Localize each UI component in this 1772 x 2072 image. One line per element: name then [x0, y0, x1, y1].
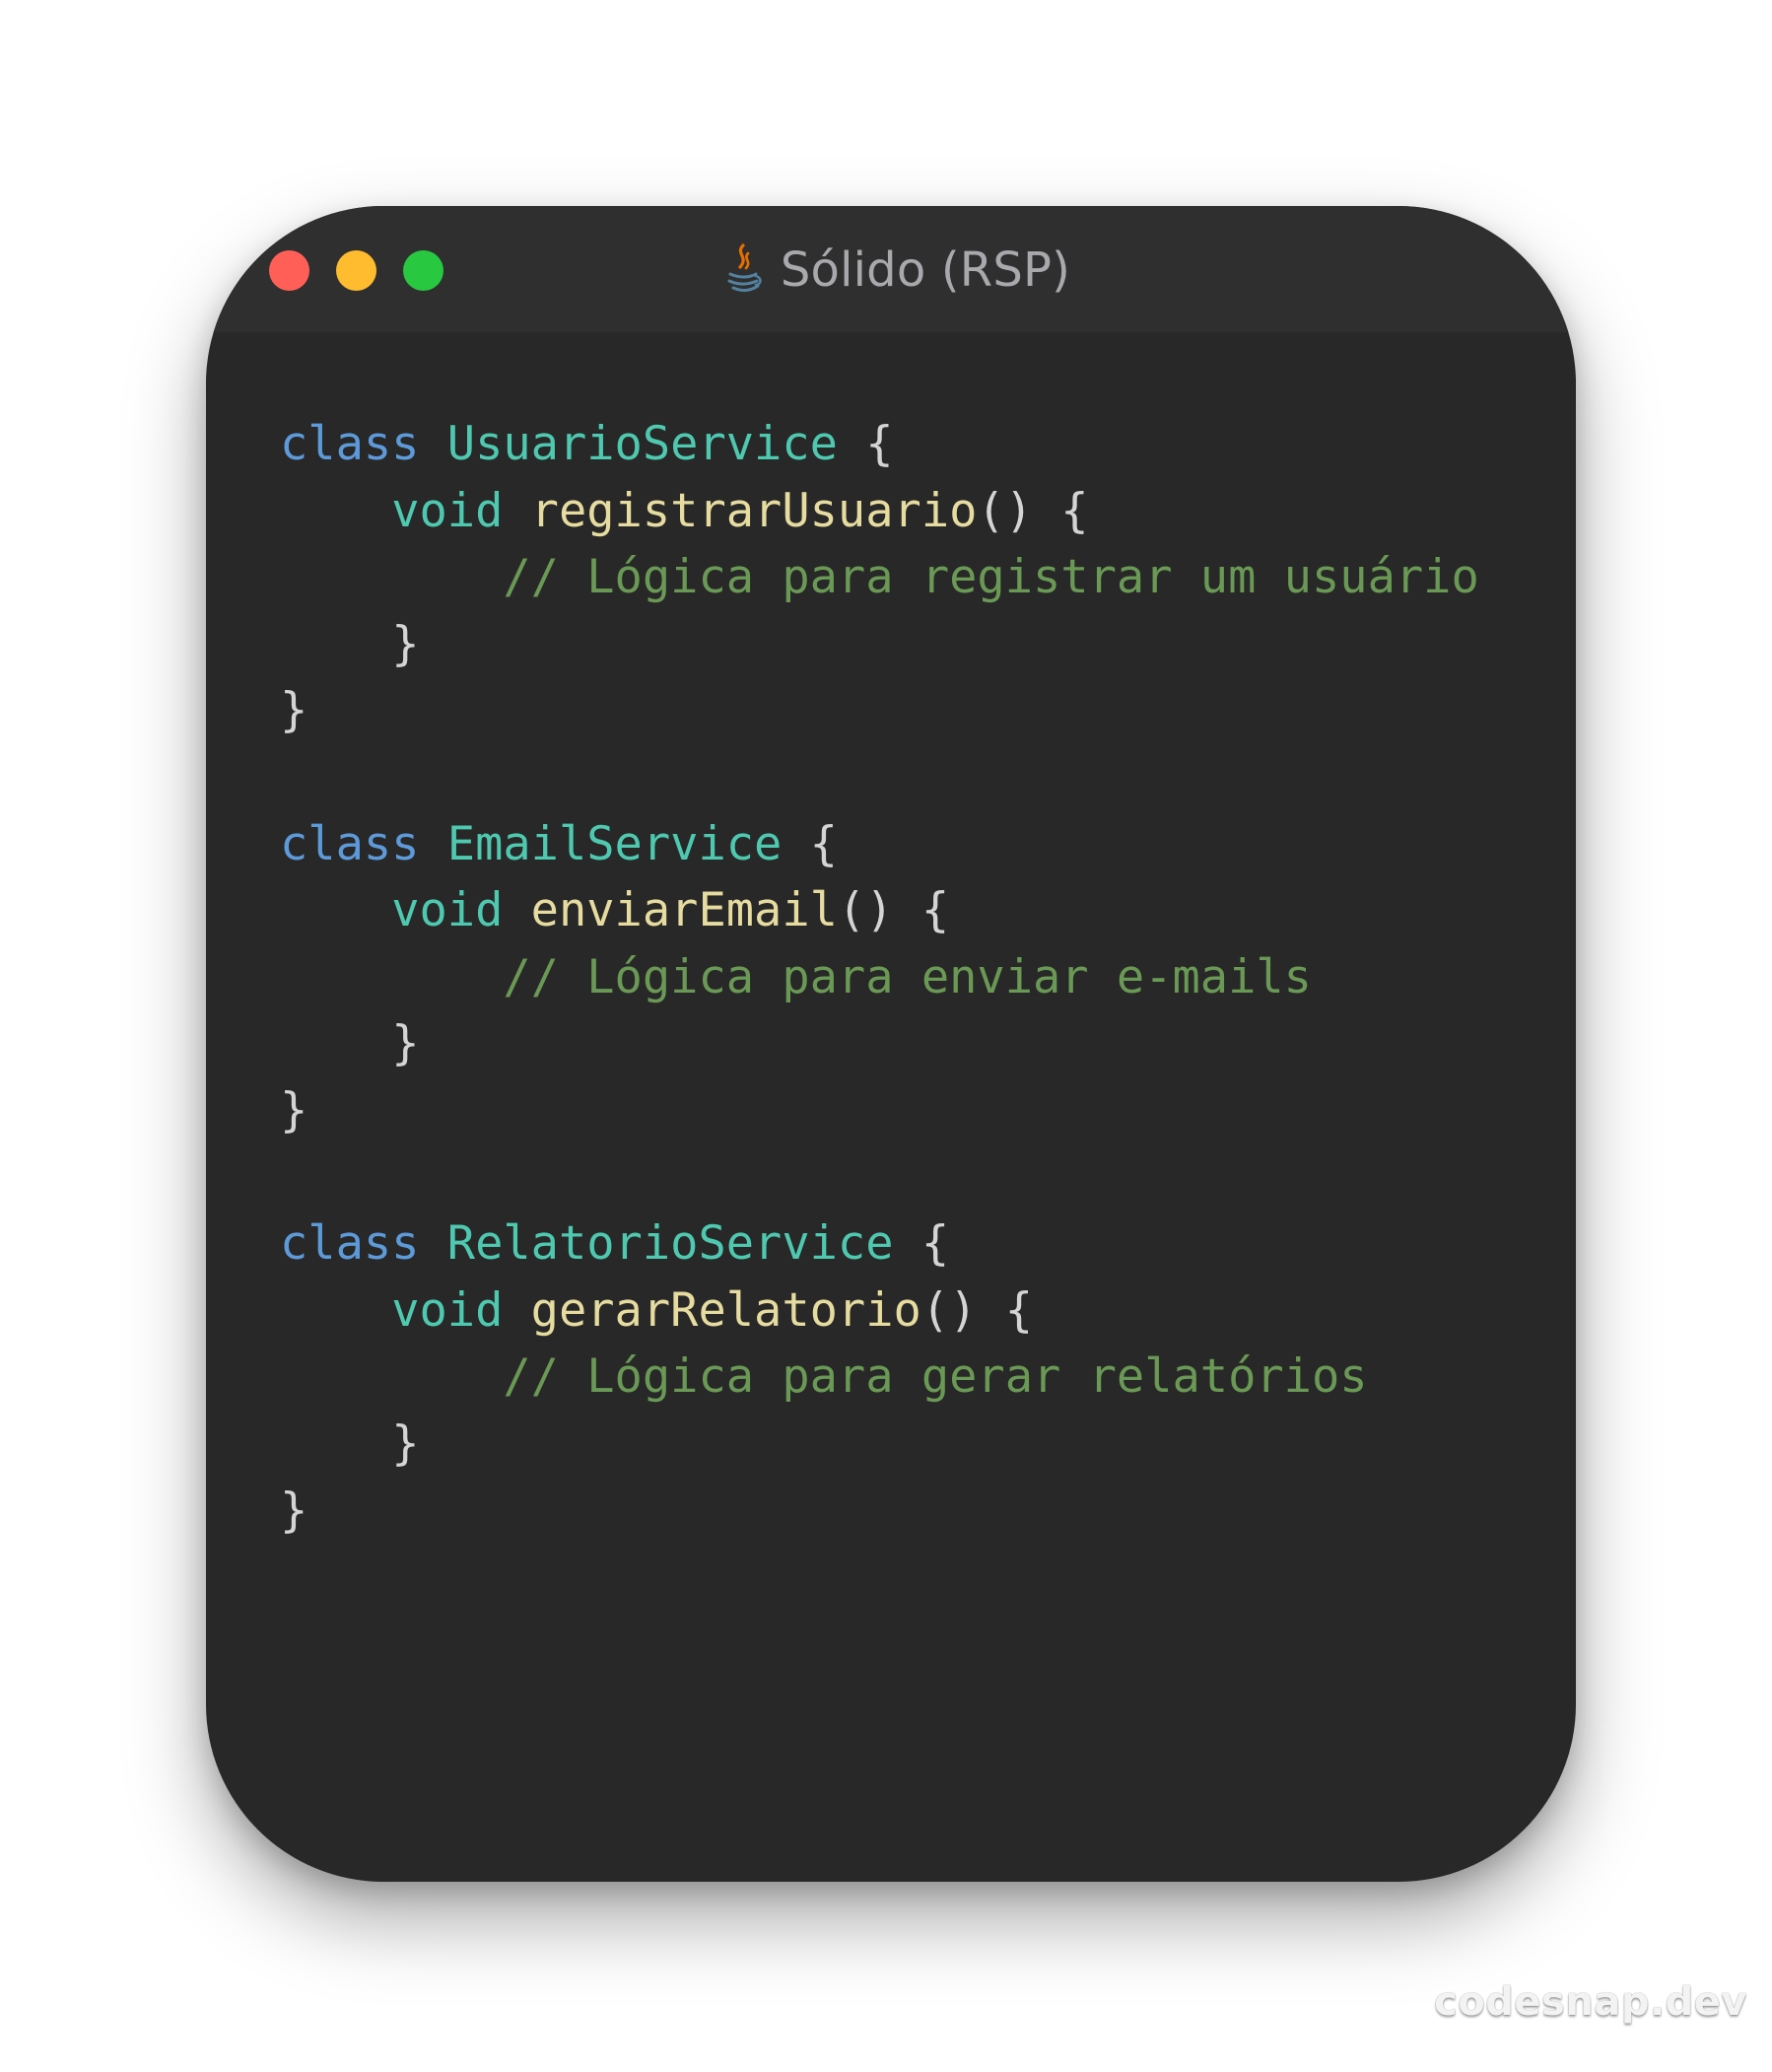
code-line: class EmailService {: [280, 811, 1479, 878]
code-token-punct: }: [391, 616, 420, 671]
code-window: Sólido (RSP) class UsuarioService { void…: [206, 206, 1576, 1882]
code-line: }: [280, 611, 1479, 678]
code-token-punct: () {: [977, 483, 1089, 538]
code-token-class: RelatorioService: [446, 1216, 894, 1272]
code-token-punct: () {: [837, 883, 950, 938]
window-title-area: Sólido (RSP): [206, 236, 1576, 305]
code-token-keyword: class: [280, 417, 420, 471]
java-icon: [721, 243, 763, 297]
code-token-punct: }: [391, 1416, 420, 1471]
code-token-punct: () {: [920, 1282, 1034, 1338]
code-token-keyword: class: [280, 1216, 420, 1272]
code-line: void enviarEmail() {: [280, 877, 1479, 944]
code-token-class: UsuarioService: [446, 417, 838, 471]
code-token-function: registrarUsuario: [530, 483, 978, 538]
code-token-punct: {: [893, 1216, 950, 1272]
code-line: // Lógica para enviar e-mails: [280, 944, 1479, 1011]
code-line: class RelatorioService {: [280, 1210, 1479, 1278]
code-token-type: void: [391, 883, 504, 938]
code-line: void gerarRelatorio() {: [280, 1278, 1479, 1345]
java-code-block: class UsuarioService { void registrarUsu…: [280, 411, 1479, 1544]
code-token-function: enviarEmail: [530, 883, 838, 938]
code-token-comment: // Lógica para gerar relatórios: [503, 1349, 1368, 1405]
code-token-punct: {: [837, 417, 894, 471]
code-token-keyword: class: [280, 816, 420, 871]
code-line: // Lógica para gerar relatórios: [280, 1344, 1479, 1411]
code-token-punct: }: [280, 1483, 308, 1538]
code-line: }: [280, 1411, 1479, 1478]
code-line: void registrarUsuario() {: [280, 478, 1479, 545]
code-token-function: gerarRelatorio: [530, 1282, 921, 1338]
codesnap-watermark: codesnap.dev: [1434, 1979, 1747, 2025]
code-token-punct: }: [391, 1016, 420, 1071]
code-token-comment: // Lógica para registrar um usuário: [503, 550, 1479, 605]
code-token-punct: }: [280, 683, 308, 738]
code-line: }: [280, 1010, 1479, 1077]
code-token-type: void: [391, 483, 504, 538]
code-line: }: [280, 677, 1479, 744]
code-token-punct: }: [280, 1082, 308, 1138]
code-token-class: EmailService: [446, 816, 783, 871]
window-title: Sólido (RSP): [780, 242, 1071, 298]
code-token-punct: {: [782, 816, 838, 871]
code-token-comment: // Lógica para enviar e-mails: [503, 949, 1312, 1004]
code-line: }: [280, 1077, 1479, 1144]
code-line: }: [280, 1478, 1479, 1545]
code-line: // Lógica para registrar um usuário: [280, 544, 1479, 611]
code-token-type: void: [391, 1282, 504, 1338]
window-titlebar: Sólido (RSP): [206, 206, 1576, 332]
code-line: class UsuarioService {: [280, 411, 1479, 478]
